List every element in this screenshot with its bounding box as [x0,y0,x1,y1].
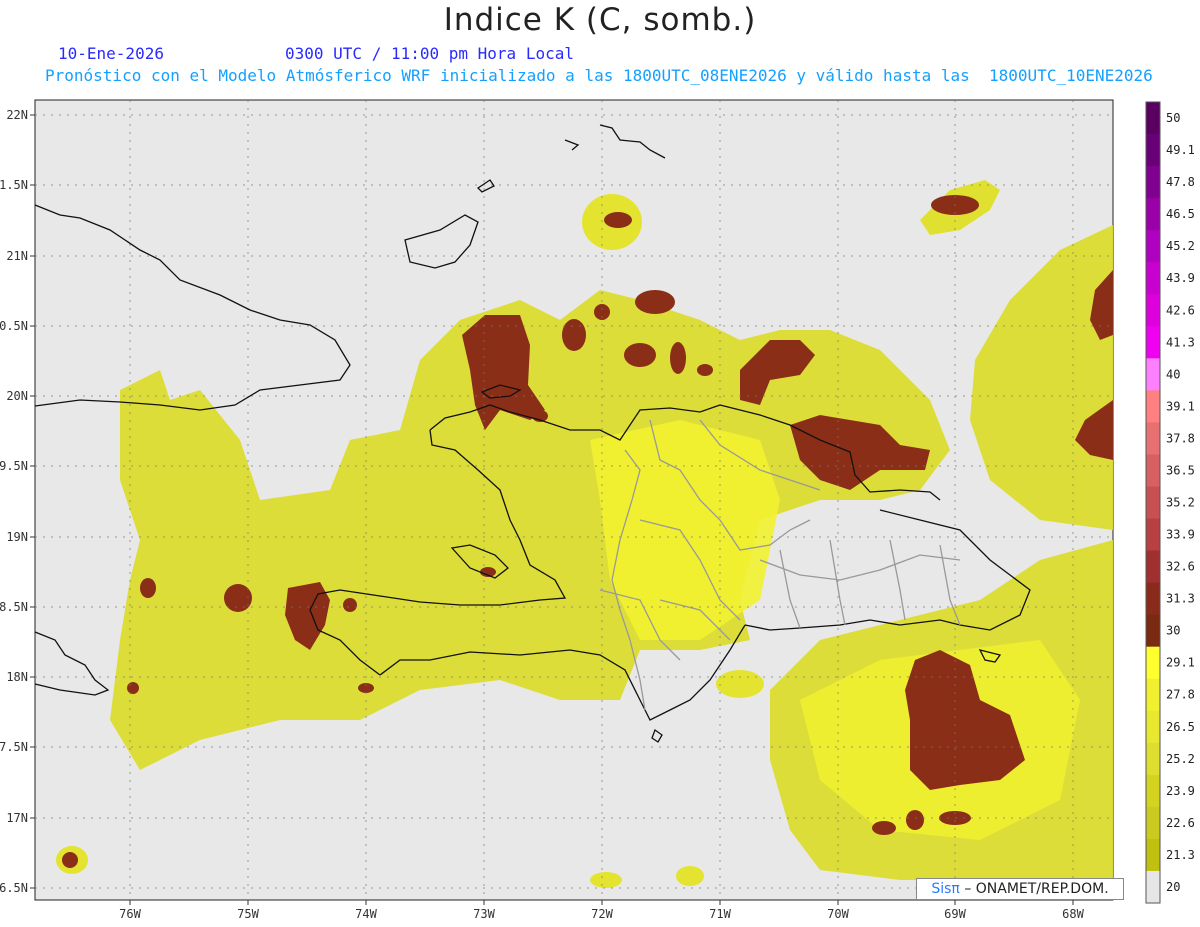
lat-label: 20N [6,389,28,403]
colorbar-swatch [1146,166,1160,199]
colorbar-swatch [1146,230,1160,263]
colorbar-swatch [1146,486,1160,520]
colorbar-label: 36.5 [1166,463,1195,477]
brown-cell-w3 [343,598,357,612]
colorbar-swatch [1146,422,1160,455]
colorbar-swatch [1146,262,1160,295]
colorbar-label: 27.8 [1166,688,1195,702]
colorbar-label: 46.5 [1166,207,1195,221]
colorbar-swatch [1146,582,1160,616]
lat-label: 17N [6,811,28,825]
brown-cell-n6 [670,342,686,374]
colorbar-label: 30 [1166,624,1180,638]
colorbar-label: 29.1 [1166,656,1195,670]
colorbar-label: 37.8 [1166,431,1195,445]
colorbar-label: 35.2 [1166,496,1195,510]
yellow-cell-south2 [590,872,622,888]
colorbar-swatch [1146,134,1160,167]
colorbar-label: 40 [1166,367,1180,381]
brown-cell-n5 [624,343,656,367]
colorbar: 50 49.1 47.8 46.5 45.2 43.9 42.6 41.3 40 39.1 37.8… [1145,101,1195,904]
colorbar-swatch [1146,102,1160,135]
lon-label: 68W [1062,907,1084,921]
colorbar-swatch [1146,358,1160,391]
colorbar-swatch [1146,870,1160,904]
colorbar-label: 49.1 [1166,143,1195,157]
colorbar-swatch [1146,294,1160,327]
yellow-cell-south [676,866,704,886]
credit-badge: Sisπ – ONAMET/REP.DOM. [916,878,1124,900]
colorbar-label: 33.9 [1166,528,1195,542]
lon-label: 75W [237,907,259,921]
brown-cell-n1 [604,212,632,228]
lon-label: 71W [709,907,731,921]
lat-label: 6.5N [0,881,28,895]
colorbar-label: 32.6 [1166,560,1195,574]
brown-cell-s1 [872,821,896,835]
colorbar-swatch [1146,678,1160,712]
colorbar-swatch [1146,550,1160,584]
lat-label: 22N [6,108,28,122]
colorbar-label: 43.9 [1166,271,1195,285]
colorbar-swatch [1146,198,1160,231]
brown-cell-n2 [635,290,675,314]
lat-label: 19N [6,530,28,544]
lon-label: 72W [591,907,613,921]
lat-axis: 22N 1.5N 21N 0.5N 20N 9.5N 19N 8.5N 18N … [0,108,28,895]
colorbar-label: 39.1 [1166,399,1195,413]
lat-label: 8.5N [0,600,28,614]
colorbar-label: 31.3 [1166,592,1195,606]
colorbar-swatch [1146,646,1160,680]
colorbar-label: 26.5 [1166,720,1195,734]
lon-axis: 76W 75W 74W 73W 72W 71W 70W 69W 68W [119,907,1084,921]
brown-cell-s2 [906,810,924,830]
sispi-logo: Sisπ [931,881,960,897]
colorbar-label: 23.9 [1166,784,1195,798]
lat-label: 7.5N [0,740,28,754]
colorbar-label: 41.3 [1166,335,1195,349]
colorbar-label: 22.6 [1166,816,1195,830]
colorbar-label: 50 [1166,111,1180,125]
brown-cell-n4 [562,319,586,351]
brown-cell-sw-far [62,852,78,868]
colorbar-label: 42.6 [1166,303,1195,317]
colorbar-label: 20 [1166,880,1180,894]
brown-cell-w4 [127,682,139,694]
colorbar-swatch [1146,774,1160,808]
colorbar-swatch [1146,518,1160,552]
lat-label: 18N [6,670,28,684]
lat-label: 0.5N [0,319,28,333]
lon-label: 76W [119,907,141,921]
lon-label: 73W [473,907,495,921]
colorbar-swatch [1146,454,1160,487]
lon-label: 69W [944,907,966,921]
lon-label: 70W [827,907,849,921]
lat-label: 21N [6,249,28,263]
lon-label: 74W [355,907,377,921]
colorbar-label: 47.8 [1166,175,1195,189]
brown-cell-w2 [140,578,156,598]
yellow-cell-sw [716,670,764,698]
org-label: – ONAMET/REP.DOM. [964,881,1109,897]
colorbar-label: 45.2 [1166,239,1195,253]
colorbar-swatch [1146,614,1160,648]
colorbar-swatch [1146,710,1160,744]
colorbar-label: 21.3 [1166,848,1195,862]
colorbar-swatch [1146,326,1160,359]
lat-label: 1.5N [0,178,28,192]
colorbar-swatch [1146,838,1160,872]
colorbar-label: 25.2 [1166,752,1195,766]
brown-cell-n7 [697,364,713,376]
colorbar-swatch [1146,742,1160,776]
colorbar-swatch [1146,390,1160,423]
lat-label: 9.5N [0,459,28,473]
colorbar-swatch [1146,806,1160,840]
